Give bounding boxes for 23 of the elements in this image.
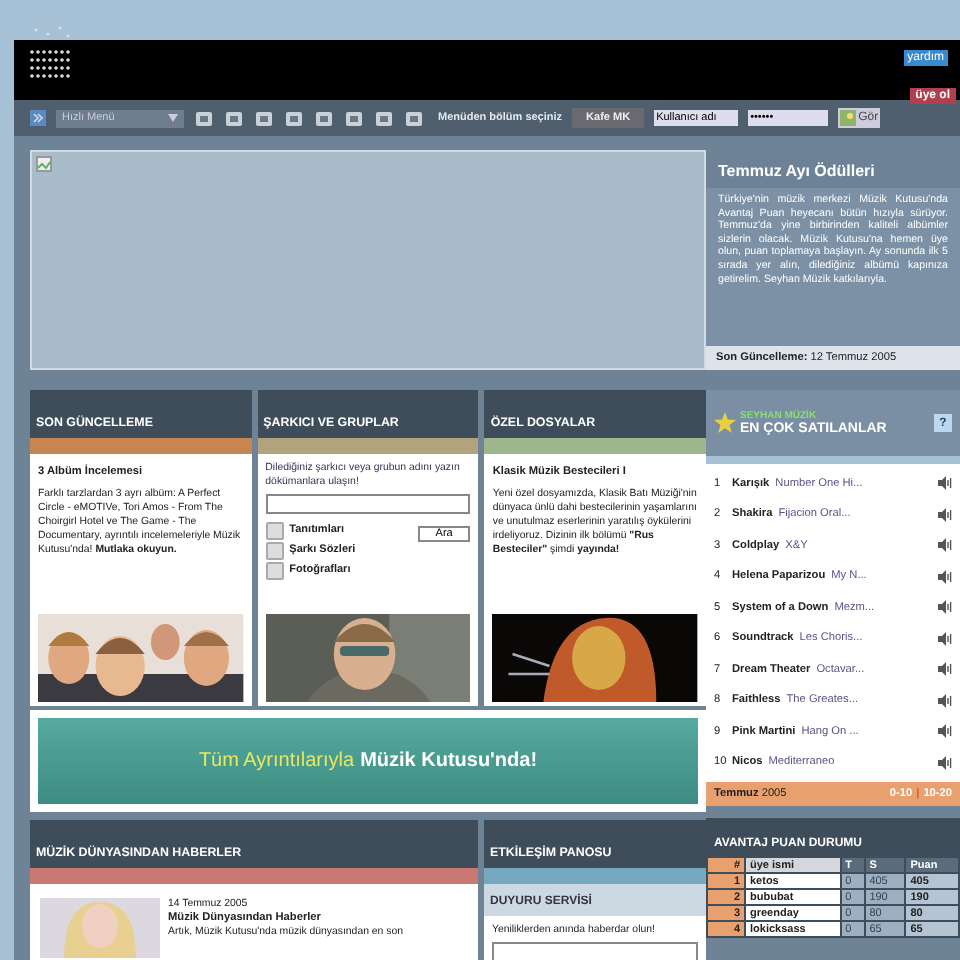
broken-image-icon: [36, 156, 52, 172]
speaker-icon[interactable]: [938, 538, 952, 553]
email-field[interactable]: [492, 942, 698, 960]
artist-search-field[interactable]: [265, 494, 471, 515]
speaker-icon[interactable]: [938, 631, 952, 646]
award-title: Temmuz Ayı Ödülleri: [706, 150, 960, 188]
promo-lead: Tüm Ayrıntılarıyla: [198, 750, 355, 772]
checkbox[interactable]: [265, 561, 284, 580]
speaker-icon[interactable]: [938, 476, 952, 491]
speaker-icon[interactable]: [938, 569, 952, 584]
image-icon: [840, 110, 857, 126]
speaker-icon[interactable]: [938, 693, 952, 708]
checkbox[interactable]: [265, 521, 284, 540]
star-icon: [714, 412, 736, 434]
speaker-icon[interactable]: [938, 662, 952, 677]
arrows-icon[interactable]: [30, 110, 46, 126]
promo-highlight: Müzik Kutusu'nda!: [360, 750, 538, 772]
speaker-icon[interactable]: [938, 600, 952, 615]
speaker-icon[interactable]: [938, 724, 952, 739]
caret-icon: [168, 114, 178, 122]
checkbox[interactable]: [265, 541, 284, 560]
speaker-icon[interactable]: [938, 507, 952, 522]
speaker-icon[interactable]: [938, 755, 952, 770]
